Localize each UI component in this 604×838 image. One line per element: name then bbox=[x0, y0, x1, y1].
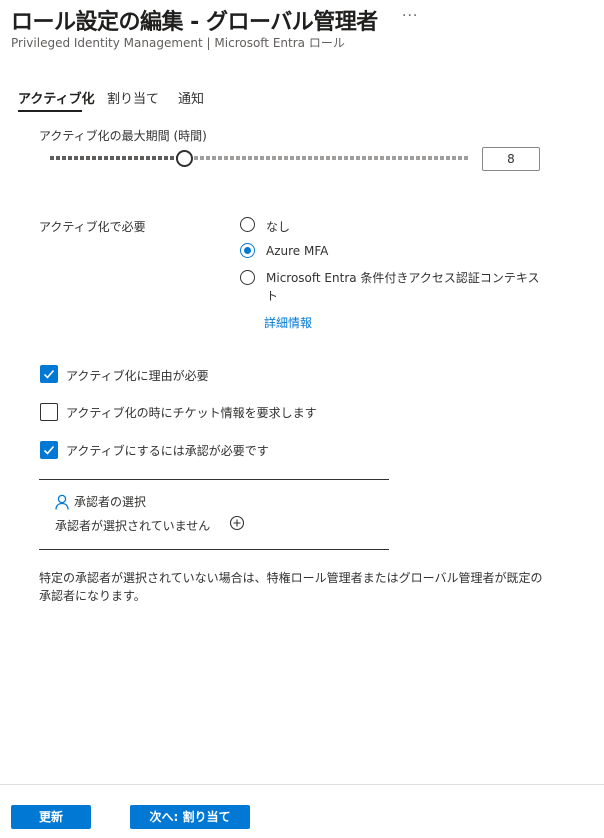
require-ticket-checkbox[interactable] bbox=[40, 403, 58, 421]
radio-azure-mfa[interactable] bbox=[240, 243, 255, 258]
require-ticket-label: アクティブ化の時にチケット情報を要求します bbox=[66, 406, 317, 420]
divider bbox=[39, 549, 389, 550]
checkmark-icon bbox=[43, 445, 55, 455]
page-title: ロール設定の編集 - グローバル管理者 bbox=[11, 10, 378, 35]
slider-fill bbox=[50, 156, 185, 160]
person-icon bbox=[55, 494, 69, 510]
require-approval-label: アクティブにするには承認が必要です bbox=[66, 444, 269, 458]
radio-none[interactable] bbox=[240, 217, 255, 232]
checkmark-icon bbox=[43, 369, 55, 379]
tab-notification[interactable]: 通知 bbox=[178, 88, 204, 107]
update-button[interactable]: 更新 bbox=[11, 805, 91, 829]
footer-divider bbox=[0, 784, 604, 785]
radio-azure-mfa-label: Azure MFA bbox=[266, 244, 329, 258]
require-justification-label: アクティブ化に理由が必要 bbox=[66, 369, 209, 383]
max-duration-slider[interactable] bbox=[50, 150, 470, 167]
radio-auth-context[interactable] bbox=[240, 270, 255, 285]
active-tab-indicator bbox=[18, 110, 82, 112]
more-info-link[interactable]: 詳細情報 bbox=[264, 314, 312, 331]
max-duration-input[interactable]: 8 bbox=[482, 147, 540, 171]
slider-thumb[interactable] bbox=[176, 150, 194, 167]
default-approver-note: 特定の承認者が選択されていない場合は、特権ロール管理者またはグローバル管理者が既… bbox=[39, 571, 543, 603]
page-subtitle: Privileged Identity Management | Microso… bbox=[11, 36, 345, 50]
require-on-activation-label: アクティブ化で必要 bbox=[39, 220, 146, 234]
require-justification-checkbox[interactable] bbox=[40, 365, 58, 383]
tab-assignment[interactable]: 割り当て bbox=[107, 88, 159, 107]
radio-none-label: なし bbox=[266, 220, 291, 234]
next-assignment-button[interactable]: 次へ: 割り当て bbox=[130, 805, 250, 829]
tab-activation[interactable]: アクティブ化 bbox=[18, 88, 95, 107]
divider bbox=[39, 479, 389, 480]
more-options-button[interactable]: ··· bbox=[402, 8, 418, 24]
radio-auth-context-label: Microsoft Entra 条件付きアクセス認証コンテキスト bbox=[266, 271, 540, 303]
add-approver-icon[interactable] bbox=[229, 515, 245, 531]
max-duration-label: アクティブ化の最大期間 (時間) bbox=[39, 129, 207, 143]
approvers-status: 承認者が選択されていません bbox=[55, 519, 211, 533]
require-approval-checkbox[interactable] bbox=[40, 441, 58, 459]
select-approvers-heading[interactable]: 承認者の選択 bbox=[74, 493, 146, 510]
